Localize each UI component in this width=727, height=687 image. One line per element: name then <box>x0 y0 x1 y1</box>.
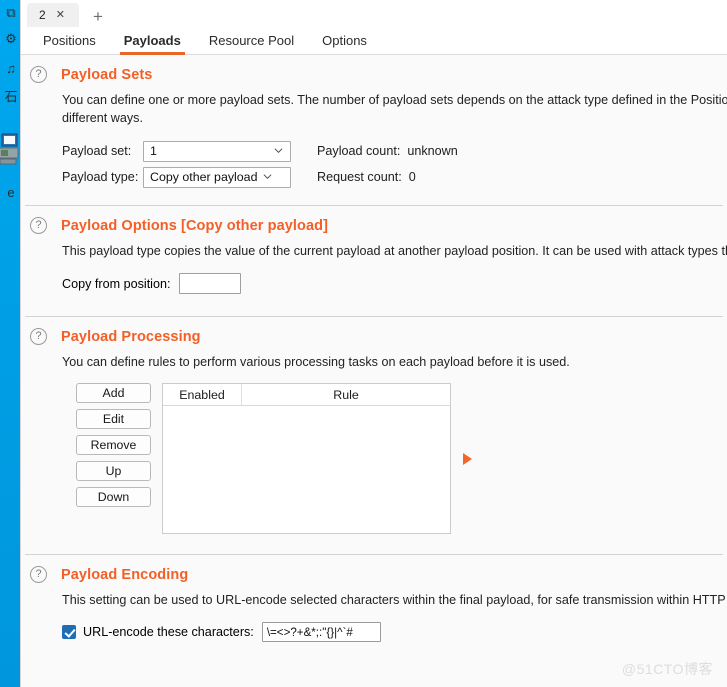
section-payload-options: ? Payload Options [Copy other payload] T… <box>21 206 727 317</box>
payload-encoding-description: This setting can be used to URL-encode s… <box>62 593 727 607</box>
attack-tab-label: 2 <box>39 8 46 22</box>
watermark: @51CTO博客 <box>621 661 713 677</box>
payload-type-label: Payload type: <box>62 170 139 184</box>
payload-count-group: Payload count: unknown <box>317 144 458 158</box>
column-header-enabled: Enabled <box>163 384 242 405</box>
close-icon[interactable]: ✕ <box>54 9 67 22</box>
down-button[interactable]: Down <box>76 487 151 507</box>
tab-options[interactable]: Options <box>308 27 381 55</box>
music-icon: ♫ <box>6 61 16 76</box>
desktop-icon-edge[interactable]: e <box>0 182 22 204</box>
edge-icon: e <box>7 185 15 200</box>
payload-set-label: Payload set: <box>62 144 132 158</box>
payload-set-value: 1 <box>150 144 157 158</box>
rules-table-body[interactable] <box>163 406 450 533</box>
payload-options-description: This payload type copies the value of th… <box>62 244 727 258</box>
payload-count-label: Payload count: <box>317 144 401 158</box>
url-encode-label: URL-encode these characters: <box>83 625 254 639</box>
desktop-icon-app-2[interactable]: ⚙ <box>0 28 22 50</box>
url-encode-checkbox[interactable] <box>62 625 76 639</box>
rules-table[interactable]: Enabled Rule <box>162 383 451 534</box>
desktop-icon-music[interactable]: ♫ <box>0 58 22 80</box>
payload-set-dropdown[interactable]: 1 <box>143 140 291 162</box>
url-encode-row: URL-encode these characters: \=<>?+&*;:"… <box>62 622 727 642</box>
question-mark-icon[interactable]: ? <box>30 66 47 83</box>
tab-positions[interactable]: Positions <box>29 27 110 55</box>
copy-from-position-row: Copy from position: <box>62 273 727 294</box>
add-button[interactable]: Add <box>76 383 151 403</box>
question-mark-icon[interactable]: ? <box>30 566 47 583</box>
section-payload-sets: ? Payload Sets You can define one or mor… <box>21 55 727 206</box>
request-count-label: Request count: <box>317 170 402 184</box>
payload-processing-header: ? Payload Processing <box>21 317 727 345</box>
payload-processing-description: You can define rules to perform various … <box>62 355 570 369</box>
up-button[interactable]: Up <box>76 461 151 481</box>
request-count-group: Request count: 0 <box>317 170 416 184</box>
dictionary-icon: 石 <box>4 89 18 104</box>
desktop-icon-app-1[interactable]: ⧉ <box>0 2 22 24</box>
computer-icon <box>0 133 19 165</box>
request-count-value: 0 <box>408 170 416 184</box>
payload-encoding-header: ? Payload Encoding <box>21 555 727 583</box>
section-payload-processing: ? Payload Processing You can define rule… <box>21 317 727 555</box>
chevron-down-icon <box>263 173 272 179</box>
desktop-icon-dictionary[interactable]: 石 <box>0 86 22 108</box>
payload-processing-title: Payload Processing <box>61 328 201 345</box>
payload-sets-description: You can define one or more payload sets.… <box>62 93 727 107</box>
column-header-rule: Rule <box>333 387 359 402</box>
gear-icon: ⚙ <box>5 31 17 46</box>
payload-sets-title: Payload Sets <box>61 66 153 83</box>
remove-button[interactable]: Remove <box>76 435 151 455</box>
play-triangle-icon[interactable] <box>463 452 472 465</box>
tab-resource-pool[interactable]: Resource Pool <box>195 27 308 55</box>
copy-from-position-label: Copy from position: <box>62 276 171 291</box>
burp-intruder-window: 2 ✕ + Positions Payloads Resource Pool O… <box>20 0 727 687</box>
payload-encoding-title: Payload Encoding <box>61 566 189 583</box>
app-icon: ⧉ <box>6 5 16 20</box>
payload-count-value: unknown <box>407 144 458 158</box>
question-mark-icon[interactable]: ? <box>30 328 47 345</box>
payload-type-dropdown[interactable]: Copy other payload <box>143 166 291 188</box>
edit-button[interactable]: Edit <box>76 409 151 429</box>
payload-processing-controls: Add Edit Remove Up Down Enabled Rule <box>76 383 727 534</box>
url-encode-characters-input[interactable]: \=<>?+&*;:"{}|^`# <box>261 622 381 642</box>
payload-options-header: ? Payload Options [Copy other payload] <box>21 206 727 234</box>
rule-button-column: Add Edit Remove Up Down <box>76 383 151 534</box>
rules-table-header: Enabled Rule <box>163 384 450 406</box>
tab-payloads[interactable]: Payloads <box>110 27 195 55</box>
payload-type-row: Payload type: Copy other payload Request… <box>62 166 727 188</box>
plus-icon[interactable]: + <box>93 8 103 25</box>
payloads-panel: ? Payload Sets You can define one or mor… <box>21 55 727 687</box>
copy-from-position-input[interactable] <box>178 273 241 294</box>
payload-options-title: Payload Options [Copy other payload] <box>61 217 329 234</box>
payload-sets-form: Payload set: 1 Payload count: unknown Pa… <box>62 140 727 188</box>
attack-tab-2[interactable]: 2 ✕ <box>27 3 79 30</box>
intruder-nav-tabs: Positions Payloads Resource Pool Options <box>21 27 727 55</box>
question-mark-icon[interactable]: ? <box>30 217 47 234</box>
chevron-down-icon <box>274 147 283 153</box>
desktop-icon-computer[interactable] <box>0 132 22 172</box>
payload-set-row: Payload set: 1 Payload count: unknown <box>62 140 727 162</box>
attack-tab-strip: 2 ✕ + <box>21 0 727 30</box>
payload-sets-header: ? Payload Sets <box>21 55 727 83</box>
payload-sets-description-line2: different ways. <box>62 111 143 125</box>
payload-type-value: Copy other payload <box>150 170 258 184</box>
section-payload-encoding: ? Payload Encoding This setting can be u… <box>21 555 727 642</box>
